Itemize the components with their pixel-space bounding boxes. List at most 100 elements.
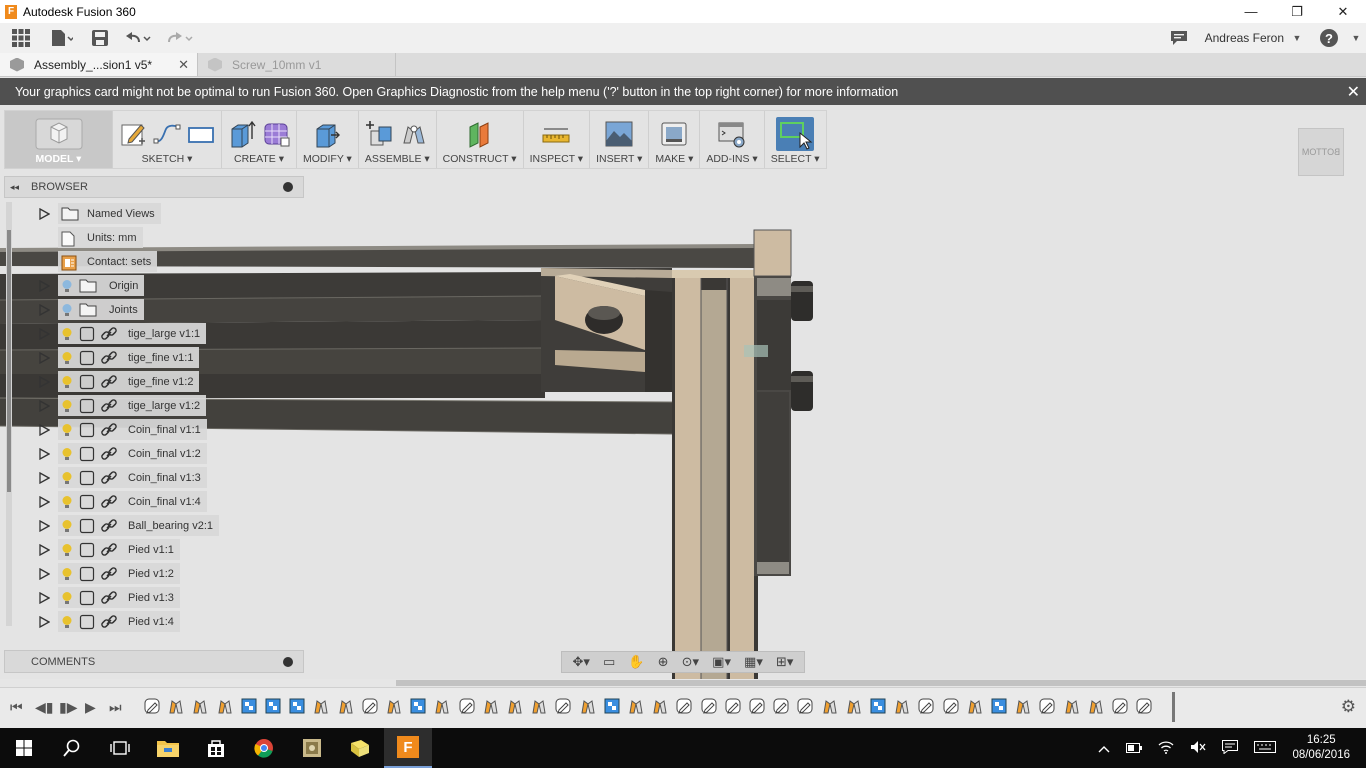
- timeline-sketch-feature-icon[interactable]: [1038, 697, 1056, 715]
- tab-screw[interactable]: Screw_10mm v1: [198, 53, 396, 76]
- browser-item[interactable]: Coin_final v1:3: [39, 467, 207, 488]
- browser-item-chip[interactable]: Coin_final v1:3: [58, 467, 207, 488]
- line-tool-icon[interactable]: [153, 119, 181, 149]
- help-icon[interactable]: ?: [1312, 23, 1346, 53]
- browser-item[interactable]: Pied v1:4: [39, 611, 180, 632]
- timeline-step-back-icon[interactable]: ◀▮: [35, 699, 53, 716]
- browser-item-chip[interactable]: tige_large v1:2: [58, 395, 207, 416]
- browser-item[interactable]: Contact: sets: [39, 251, 158, 272]
- add-comment-icon[interactable]: [283, 657, 293, 667]
- offset-plane-icon[interactable]: [466, 119, 494, 149]
- timeline-joint-feature-icon[interactable]: [312, 697, 330, 715]
- browser-item-chip[interactable]: Coin_final v1:2: [58, 443, 207, 464]
- browser-item-chip[interactable]: tige_fine v1:1: [58, 347, 200, 368]
- fusion360-taskbar-icon[interactable]: F: [384, 728, 432, 768]
- browser-item[interactable]: tige_fine v1:2: [39, 371, 200, 392]
- sticky-folder-icon[interactable]: [336, 728, 384, 768]
- make-menu[interactable]: MAKE ▾: [649, 111, 701, 168]
- visibility-bulb-on-icon[interactable]: [61, 351, 73, 365]
- timeline-sketch-feature-icon[interactable]: [724, 697, 742, 715]
- orbit-icon[interactable]: ✥▾: [573, 654, 590, 670]
- battery-icon[interactable]: [1126, 741, 1143, 756]
- browser-item[interactable]: Named Views: [39, 203, 161, 224]
- browser-item[interactable]: Coin_final v1:4: [39, 491, 207, 512]
- timeline-joint-feature-icon[interactable]: [385, 697, 403, 715]
- timeline-joint-feature-icon[interactable]: [893, 697, 911, 715]
- sketch-menu[interactable]: SKETCH ▾: [113, 111, 222, 168]
- look-at-icon[interactable]: ▭: [603, 654, 615, 670]
- browser-item-chip[interactable]: tige_fine v1:2: [58, 371, 200, 392]
- wifi-icon[interactable]: [1158, 740, 1174, 757]
- grid-settings-icon[interactable]: ▦▾: [744, 654, 763, 670]
- visibility-bulb-on-icon[interactable]: [61, 495, 73, 509]
- user-chevron-down-icon[interactable]: ▼: [1292, 23, 1302, 53]
- fit-icon[interactable]: ⊙▾: [682, 654, 699, 670]
- modify-menu[interactable]: MODIFY ▾: [297, 111, 359, 168]
- timeline-joint-feature-icon[interactable]: [433, 697, 451, 715]
- undo-icon[interactable]: [118, 23, 160, 53]
- timeline-select-feature-icon[interactable]: [409, 697, 427, 715]
- timeline-select-feature-icon[interactable]: [603, 697, 621, 715]
- system-clock[interactable]: 16:25 08/06/2016: [1292, 733, 1350, 763]
- timeline-select-feature-icon[interactable]: [288, 697, 306, 715]
- browser-item[interactable]: tige_large v1:1: [39, 323, 207, 344]
- timeline-joint-feature-icon[interactable]: [627, 697, 645, 715]
- save-icon[interactable]: [82, 23, 118, 53]
- expand-arrow-icon[interactable]: [39, 471, 50, 484]
- data-panel-grid-icon[interactable]: [0, 23, 42, 53]
- timeline-settings-gear-icon[interactable]: ⚙: [1341, 697, 1356, 717]
- timeline-step-forward-icon[interactable]: ▮▶: [59, 699, 77, 716]
- browser-item[interactable]: Coin_final v1:2: [39, 443, 207, 464]
- visibility-bulb-off-icon[interactable]: [61, 279, 73, 293]
- browser-item[interactable]: Coin_final v1:1: [39, 419, 207, 440]
- timeline-select-feature-icon[interactable]: [264, 697, 282, 715]
- expand-arrow-icon[interactable]: [39, 495, 50, 508]
- timeline-sketch-feature-icon[interactable]: [796, 697, 814, 715]
- browser-item[interactable]: Ball_bearing v2:1: [39, 515, 220, 536]
- create-menu[interactable]: CREATE ▾: [222, 111, 297, 168]
- volume-muted-icon[interactable]: [1190, 740, 1206, 757]
- visibility-bulb-on-icon[interactable]: [61, 591, 73, 605]
- insert-menu[interactable]: INSERT ▾: [590, 111, 650, 168]
- minimize-browser-icon[interactable]: [283, 182, 293, 192]
- create-sketch-icon[interactable]: [119, 119, 147, 149]
- expand-arrow-icon[interactable]: [39, 519, 50, 532]
- add-ins-menu[interactable]: ADD-INS ▾: [700, 111, 765, 168]
- timeline-joint-feature-icon[interactable]: [216, 697, 234, 715]
- close-tab-icon[interactable]: ✕: [178, 57, 189, 73]
- file-explorer-icon[interactable]: [144, 728, 192, 768]
- browser-item-chip[interactable]: Coin_final v1:1: [58, 419, 207, 440]
- browser-item-chip[interactable]: Pied v1:1: [58, 539, 180, 560]
- timeline-scrollbar-thumb[interactable]: [396, 680, 1366, 686]
- tab-assembly[interactable]: Assembly_...sion1 v5* ✕: [0, 53, 198, 76]
- timeline-sketch-feature-icon[interactable]: [942, 697, 960, 715]
- timeline-sketch-feature-icon[interactable]: [1111, 697, 1129, 715]
- browser-item[interactable]: Joints: [39, 299, 144, 320]
- browser-item[interactable]: tige_fine v1:1: [39, 347, 200, 368]
- windows-start-icon[interactable]: [0, 728, 48, 768]
- browser-item-chip[interactable]: tige_large v1:1: [58, 323, 207, 344]
- store-icon[interactable]: [192, 728, 240, 768]
- timeline-scrollbar[interactable]: [0, 679, 1366, 687]
- close-window-button[interactable]: ✕: [1320, 0, 1366, 23]
- timeline-joint-feature-icon[interactable]: [1063, 697, 1081, 715]
- timeline-start-icon[interactable]: ⏮: [10, 699, 23, 716]
- visibility-bulb-on-icon[interactable]: [61, 399, 73, 413]
- visibility-bulb-on-icon[interactable]: [61, 423, 73, 437]
- expand-arrow-icon[interactable]: [39, 279, 50, 292]
- 3d-print-icon[interactable]: [660, 119, 688, 149]
- timeline-select-feature-icon[interactable]: [869, 697, 887, 715]
- action-center-icon[interactable]: [1222, 739, 1239, 757]
- expand-arrow-icon[interactable]: [39, 207, 50, 220]
- timeline-sketch-feature-icon[interactable]: [458, 697, 476, 715]
- visibility-bulb-on-icon[interactable]: [61, 471, 73, 485]
- timeline-sketch-feature-icon[interactable]: [700, 697, 718, 715]
- timeline-play-icon[interactable]: ▶: [85, 699, 96, 716]
- timeline-joint-feature-icon[interactable]: [167, 697, 185, 715]
- timeline-select-feature-icon[interactable]: [240, 697, 258, 715]
- scripts-addins-icon[interactable]: [718, 119, 746, 149]
- timeline-end-icon[interactable]: ⏭: [109, 699, 122, 716]
- viewports-icon[interactable]: ⊞▾: [776, 654, 793, 670]
- timeline-joint-feature-icon[interactable]: [1087, 697, 1105, 715]
- browser-item-chip[interactable]: Joints: [58, 299, 144, 320]
